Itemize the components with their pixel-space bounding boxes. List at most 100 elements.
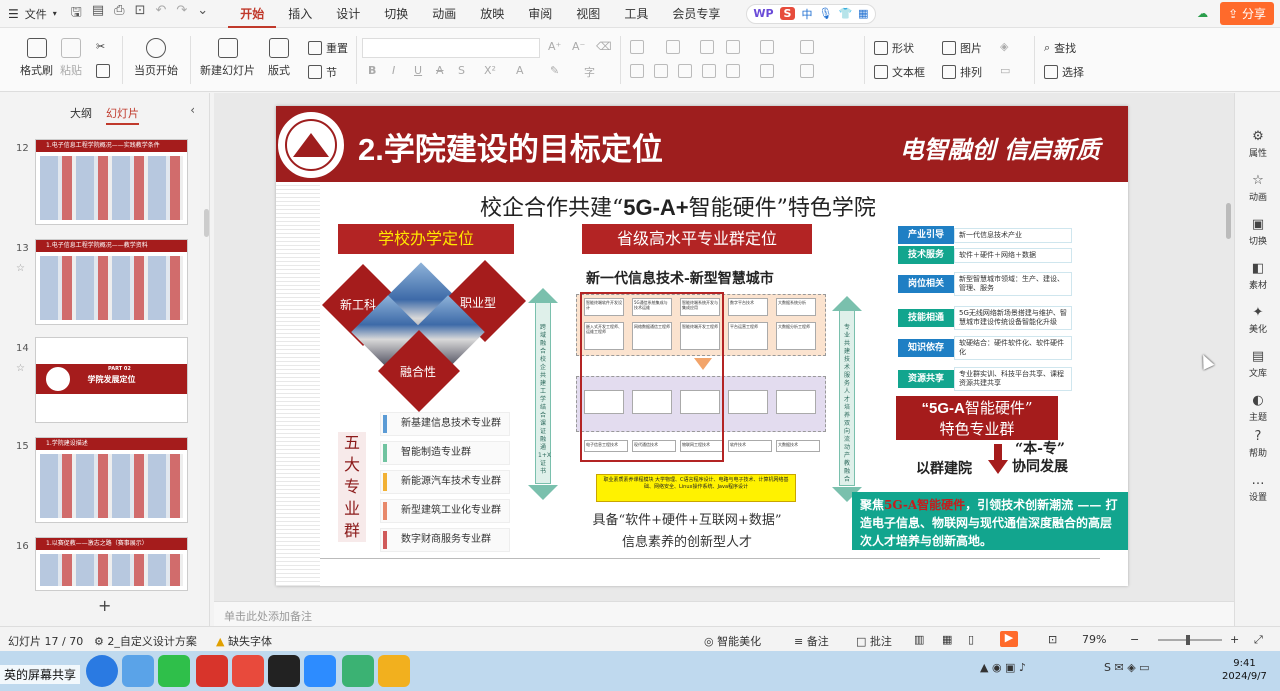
apps-icon[interactable]: ▦: [858, 7, 868, 20]
design-scheme[interactable]: ⚙ 2_自定义设计方案: [94, 633, 197, 649]
select-button[interactable]: 选择: [1044, 64, 1084, 80]
zoom-out-icon[interactable]: −: [1130, 633, 1139, 646]
group-item[interactable]: 智能制造专业群: [380, 441, 510, 465]
save-icon[interactable]: 🖫: [71, 3, 82, 25]
talent-statement[interactable]: 具备“软件+硬件+互联网+数据” 信息素养的创新型人才: [562, 510, 812, 554]
highlight-button[interactable]: ✎: [550, 64, 559, 77]
group-builds-college-label[interactable]: 以群建院: [916, 458, 972, 478]
strikethrough-button[interactable]: A: [436, 64, 444, 77]
tab-member[interactable]: 会员专享: [660, 0, 732, 28]
tab-design[interactable]: 设计: [324, 0, 372, 28]
meeting-icon[interactable]: [304, 655, 336, 687]
print-icon[interactable]: ⎙: [114, 3, 124, 25]
char-spacing-button[interactable]: S: [458, 64, 465, 77]
superscript-button[interactable]: X²: [484, 64, 496, 77]
mic-icon[interactable]: 🎙: [818, 7, 832, 20]
normal-view-icon[interactable]: ▥: [914, 633, 924, 646]
font-name-select[interactable]: [362, 38, 540, 58]
tab-tools[interactable]: 工具: [612, 0, 660, 28]
export-pdf-icon[interactable]: ▤: [92, 3, 104, 25]
comments-toggle[interactable]: □ 批注: [856, 633, 892, 649]
cut-button[interactable]: ✂: [96, 40, 105, 53]
qq-icon[interactable]: [268, 655, 300, 687]
copy-button[interactable]: [96, 64, 110, 78]
align-right-button[interactable]: [678, 64, 692, 78]
smart-beautify[interactable]: ◎ 智能美化: [704, 633, 761, 649]
indent-dec-button[interactable]: [700, 40, 714, 54]
current-slide[interactable]: 2.学院建设的目标定位 电智融创 信启新质 校企合作共建“5G-A+智能硬件”特…: [276, 106, 1128, 586]
zoom-slider-knob[interactable]: [1186, 635, 1190, 645]
slide-thumbnail[interactable]: 1.电子信息工程学院概况——教学资料: [35, 239, 188, 325]
fill-button[interactable]: ◈: [1000, 40, 1008, 53]
thumbnail-scrollbar[interactable]: [204, 209, 209, 237]
group-item[interactable]: 新型建筑工业化专业群: [380, 499, 510, 523]
cloud-sync-icon[interactable]: ☁: [1197, 7, 1208, 20]
animation-button[interactable]: ☆ 动画: [1235, 173, 1280, 203]
group-item[interactable]: 新能源汽车技术专业群: [380, 470, 510, 494]
tab-insert[interactable]: 插入: [276, 0, 324, 28]
wps-icon[interactable]: [232, 655, 264, 687]
feature-row[interactable]: 技术服务 软件＋硬件＋网络＋数据: [898, 246, 1072, 264]
columns-button[interactable]: [760, 64, 774, 78]
shape-button[interactable]: 形状: [874, 40, 914, 56]
tray-icons[interactable]: S ✉ ◈ ▭: [1104, 661, 1150, 674]
slide-thumbnail[interactable]: 1.学院建设描述: [35, 437, 188, 523]
feature-row[interactable]: 知识依存 软硬结合：硬件软件化、软件硬件化: [898, 334, 1072, 362]
redo-icon[interactable]: ↷: [176, 3, 187, 25]
group-item[interactable]: 新基建信息技术专业群: [380, 412, 510, 436]
sogou-icon[interactable]: S: [779, 7, 796, 20]
app-icon[interactable]: [342, 655, 374, 687]
slide-thumbnail[interactable]: 1.以赛促教——激志之路（赛事展示）: [35, 537, 188, 591]
section-button[interactable]: 节: [308, 64, 337, 80]
menu-icon[interactable]: ☰: [8, 7, 19, 21]
font-grow-button[interactable]: A⁺: [548, 40, 561, 53]
print-preview-icon[interactable]: ⊡: [135, 3, 146, 25]
folder-icon[interactable]: [378, 655, 410, 687]
collapse-panel-icon[interactable]: ‹: [190, 103, 195, 117]
zoom-level[interactable]: 79%: [1082, 633, 1106, 646]
zoom-in-icon[interactable]: +: [1230, 633, 1239, 646]
char-effect-button[interactable]: 字: [584, 64, 595, 80]
play-from-current-button[interactable]: 当页开始: [134, 38, 178, 78]
font-color-button[interactable]: A: [516, 64, 524, 77]
textbox-button[interactable]: 文本框: [874, 64, 925, 80]
tab-home[interactable]: 开始: [228, 0, 277, 28]
assets-button[interactable]: ◧ 素材: [1235, 261, 1280, 291]
arrange-button[interactable]: 排列: [942, 64, 982, 80]
tab-outline[interactable]: 大纲: [70, 105, 92, 125]
indent-inc-button[interactable]: [726, 40, 740, 54]
collaboration-label[interactable]: “本-专” 协同发展: [1012, 440, 1068, 476]
format-painter-button[interactable]: 格式刷: [20, 38, 53, 78]
text-direction-button[interactable]: [800, 40, 814, 54]
foundation-courses-box[interactable]: 职业素质素养课程模块 大学物理、C语言程序设计、电路与电子技术、计算机网络基础、…: [596, 474, 796, 502]
transition-button[interactable]: ▣ 切换: [1235, 217, 1280, 247]
group-item[interactable]: 数字财商服务专业群: [380, 528, 510, 552]
tray-icons[interactable]: ▲ ◉ ▣ ♪: [980, 661, 1026, 674]
edge-icon[interactable]: [86, 655, 118, 687]
vertical-align-button[interactable]: [800, 64, 814, 78]
fullscreen-icon[interactable]: ⤢: [1254, 633, 1263, 647]
file-menu[interactable]: 文件: [25, 6, 47, 22]
align-left-button[interactable]: [630, 64, 644, 78]
justify-button[interactable]: [702, 64, 716, 78]
five-groups-label[interactable]: 五大专业群: [338, 432, 366, 542]
school-positioning-label[interactable]: 学校办学定位: [338, 224, 514, 254]
reading-view-icon[interactable]: ▯: [968, 633, 974, 646]
wechat-icon[interactable]: [158, 655, 190, 687]
play-slideshow-button[interactable]: ▶: [1000, 631, 1018, 647]
slide-title[interactable]: 2.学院建设的目标定位: [358, 124, 663, 169]
tab-slideshow[interactable]: 放映: [468, 0, 516, 28]
underline-button[interactable]: U: [414, 64, 422, 77]
italic-button[interactable]: I: [392, 64, 395, 77]
curriculum-diagram[interactable]: 智能终端软件开发设计 5G通信系统集成与技术运维 智能终端系统开发与集成应用 数…: [576, 292, 826, 464]
tab-slides[interactable]: 幻灯片: [106, 105, 139, 125]
font-shrink-button[interactable]: A⁻: [572, 40, 585, 53]
reset-button[interactable]: 重置: [308, 40, 348, 56]
zoom-slider[interactable]: [1158, 639, 1222, 641]
find-button[interactable]: ⌕ 查找: [1044, 40, 1076, 56]
beautify-button[interactable]: ✦ 美化: [1235, 305, 1280, 335]
layout-button[interactable]: 版式: [268, 38, 290, 78]
slide-subtitle[interactable]: 校企合作共建“5G-A+智能硬件”特色学院: [480, 190, 876, 222]
tab-review[interactable]: 审阅: [516, 0, 564, 28]
center-caption[interactable]: 新一代信息技术-新型智慧城市: [586, 268, 774, 288]
